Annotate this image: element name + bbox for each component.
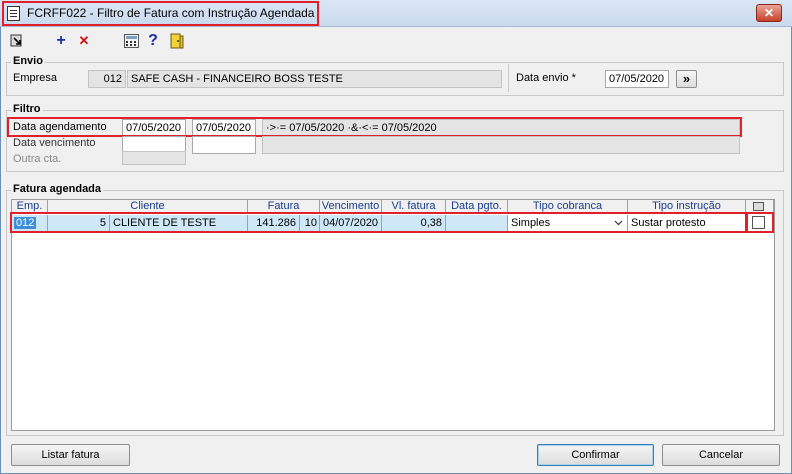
data-envio-label: Data envio * [516,72,576,84]
envio-divider [508,64,509,92]
fatura-legend: Fatura agendada [11,183,104,195]
listar-fatura-button[interactable]: Listar fatura [11,444,130,466]
help-icon[interactable]: ? [145,33,161,49]
cancelar-button[interactable]: Cancelar [662,444,780,466]
exit-icon[interactable] [9,34,25,50]
next-button[interactable]: » [676,70,697,88]
outra-cta-label: Outra cta. [13,153,62,165]
close-window-button[interactable]: ✕ [756,4,782,22]
envio-legend: Envio [11,55,45,67]
outra-cta-field [122,151,186,165]
confirmar-button[interactable]: Confirmar [537,444,654,466]
filtro-legend: Filtro [11,103,43,115]
empresa-label: Empresa [13,72,58,84]
data-envio-field[interactable]: 07/05/2020 [605,70,669,88]
data-vencimento-expression [262,136,740,154]
add-icon[interactable]: + [53,33,69,49]
data-vencimento-to-field[interactable] [192,136,256,154]
row-highlight-box [10,212,747,233]
select-all-checkbox[interactable] [753,202,764,211]
empresa-code-field[interactable]: 012 [88,70,126,88]
delete-icon[interactable]: ✕ [76,33,92,49]
calculator-icon[interactable] [123,34,139,50]
data-vencimento-label: Data vencimento [13,137,96,149]
checkbox-highlight-box [746,212,774,233]
filtro-highlight-box [7,117,742,137]
fatura-grid: Emp. Cliente Fatura Vencimento Vl. fatur… [11,199,775,431]
empresa-name-field: SAFE CASH - FINANCEIRO BOSS TESTE [127,70,502,88]
door-icon[interactable] [169,33,185,49]
title-highlight-box [2,1,319,26]
